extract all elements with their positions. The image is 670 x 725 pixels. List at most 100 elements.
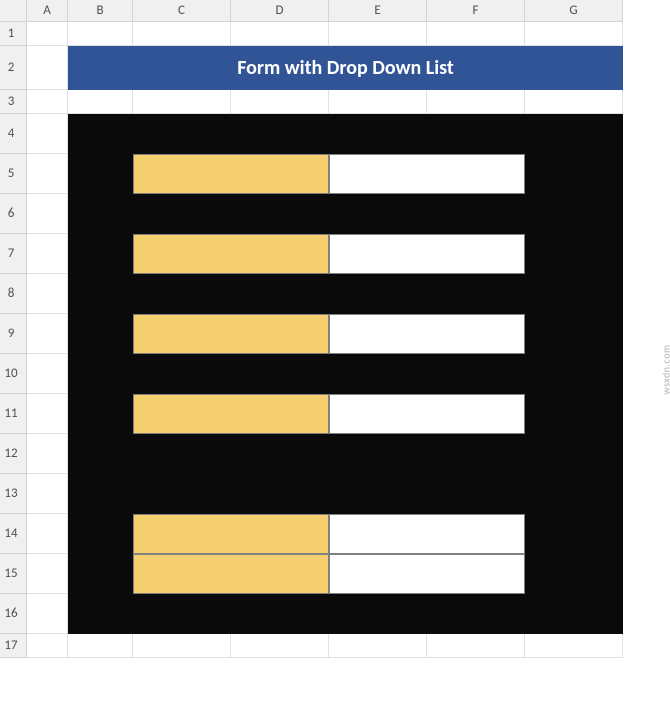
cell-c17[interactable] [133, 634, 231, 658]
cell-e17[interactable] [329, 634, 427, 658]
cell-a12[interactable] [27, 434, 68, 474]
cell-e8[interactable] [329, 274, 427, 314]
cell-a5[interactable] [27, 154, 68, 194]
cell-b1[interactable] [68, 22, 133, 46]
col-header-a[interactable]: A [27, 0, 68, 22]
col-header-b[interactable]: B [68, 0, 133, 22]
form-label-6[interactable] [133, 554, 329, 594]
cell-f8[interactable] [427, 274, 525, 314]
cell-d1[interactable] [231, 22, 329, 46]
cell-e1[interactable] [329, 22, 427, 46]
cell-b4[interactable] [68, 114, 133, 154]
cell-b14[interactable] [68, 514, 133, 554]
cell-a6[interactable] [27, 194, 68, 234]
row-header-8[interactable]: 8 [0, 274, 27, 314]
cell-a1[interactable] [27, 22, 68, 46]
cell-a10[interactable] [27, 354, 68, 394]
form-input-1[interactable] [329, 154, 525, 194]
row-header-9[interactable]: 9 [0, 314, 27, 354]
cell-a3[interactable] [27, 90, 68, 114]
cell-d3[interactable] [231, 90, 329, 114]
cell-e12[interactable] [329, 434, 427, 474]
cell-e13[interactable] [329, 474, 427, 514]
cell-d17[interactable] [231, 634, 329, 658]
cell-f16[interactable] [427, 594, 525, 634]
cell-f17[interactable] [427, 634, 525, 658]
cell-f6[interactable] [427, 194, 525, 234]
row-header-17[interactable]: 17 [0, 634, 27, 658]
form-input-3[interactable] [329, 314, 525, 354]
form-title[interactable]: Form with Drop Down List [68, 46, 623, 90]
form-label-5[interactable] [133, 514, 329, 554]
cell-b10[interactable] [68, 354, 133, 394]
cell-c13[interactable] [133, 474, 231, 514]
cell-g8[interactable] [525, 274, 623, 314]
cell-a16[interactable] [27, 594, 68, 634]
cell-b13[interactable] [68, 474, 133, 514]
cell-g17[interactable] [525, 634, 623, 658]
cell-g5[interactable] [525, 154, 623, 194]
form-input-4[interactable] [329, 394, 525, 434]
cell-f10[interactable] [427, 354, 525, 394]
cell-e4[interactable] [329, 114, 427, 154]
cell-d10[interactable] [231, 354, 329, 394]
cell-b12[interactable] [68, 434, 133, 474]
form-input-6[interactable] [329, 554, 525, 594]
row-header-1[interactable]: 1 [0, 22, 27, 46]
cell-g1[interactable] [525, 22, 623, 46]
form-label-3[interactable] [133, 314, 329, 354]
cell-g15[interactable] [525, 554, 623, 594]
form-input-2[interactable] [329, 234, 525, 274]
cell-c10[interactable] [133, 354, 231, 394]
cell-g7[interactable] [525, 234, 623, 274]
cell-a17[interactable] [27, 634, 68, 658]
cell-f3[interactable] [427, 90, 525, 114]
row-header-16[interactable]: 16 [0, 594, 27, 634]
cell-b11[interactable] [68, 394, 133, 434]
row-header-6[interactable]: 6 [0, 194, 27, 234]
cell-a4[interactable] [27, 114, 68, 154]
form-input-5[interactable] [329, 514, 525, 554]
cell-g10[interactable] [525, 354, 623, 394]
cell-d8[interactable] [231, 274, 329, 314]
cell-c3[interactable] [133, 90, 231, 114]
row-header-4[interactable]: 4 [0, 114, 27, 154]
col-header-e[interactable]: E [329, 0, 427, 22]
cell-a15[interactable] [27, 554, 68, 594]
cell-b15[interactable] [68, 554, 133, 594]
cell-c6[interactable] [133, 194, 231, 234]
cell-a11[interactable] [27, 394, 68, 434]
cell-g14[interactable] [525, 514, 623, 554]
cell-a9[interactable] [27, 314, 68, 354]
row-header-7[interactable]: 7 [0, 234, 27, 274]
cell-a8[interactable] [27, 274, 68, 314]
cell-e6[interactable] [329, 194, 427, 234]
cell-d16[interactable] [231, 594, 329, 634]
cell-f4[interactable] [427, 114, 525, 154]
cell-d6[interactable] [231, 194, 329, 234]
row-header-10[interactable]: 10 [0, 354, 27, 394]
cell-e16[interactable] [329, 594, 427, 634]
cell-a13[interactable] [27, 474, 68, 514]
row-header-12[interactable]: 12 [0, 434, 27, 474]
cell-g3[interactable] [525, 90, 623, 114]
row-header-11[interactable]: 11 [0, 394, 27, 434]
cell-b3[interactable] [68, 90, 133, 114]
row-header-14[interactable]: 14 [0, 514, 27, 554]
cell-d4[interactable] [231, 114, 329, 154]
cell-g6[interactable] [525, 194, 623, 234]
cell-b6[interactable] [68, 194, 133, 234]
cell-g11[interactable] [525, 394, 623, 434]
cell-b16[interactable] [68, 594, 133, 634]
form-label-4[interactable] [133, 394, 329, 434]
cell-a7[interactable] [27, 234, 68, 274]
form-label-1[interactable] [133, 154, 329, 194]
cell-g9[interactable] [525, 314, 623, 354]
select-all-corner[interactable] [0, 0, 27, 22]
cell-e3[interactable] [329, 90, 427, 114]
col-header-g[interactable]: G [525, 0, 623, 22]
cell-f12[interactable] [427, 434, 525, 474]
col-header-c[interactable]: C [133, 0, 231, 22]
cell-b9[interactable] [68, 314, 133, 354]
cell-c12[interactable] [133, 434, 231, 474]
